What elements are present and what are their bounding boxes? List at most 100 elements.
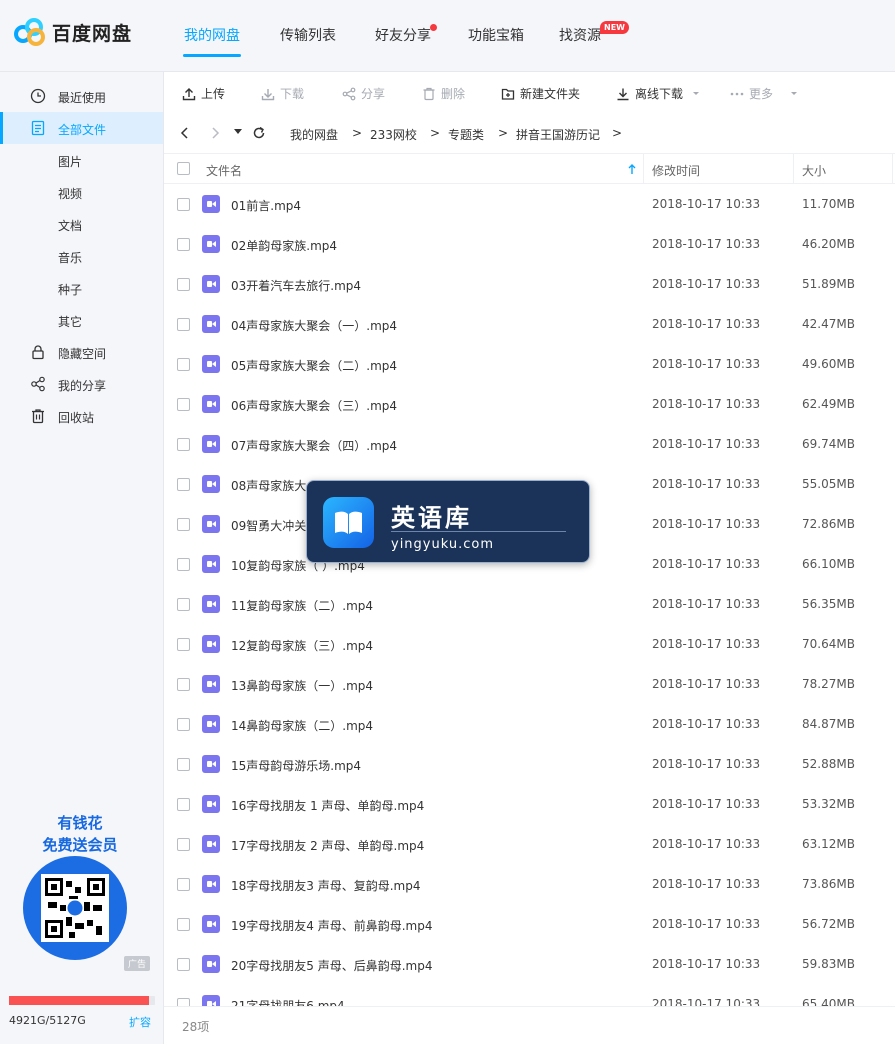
select-all-checkbox[interactable] — [177, 162, 190, 175]
row-checkbox[interactable] — [177, 958, 190, 971]
table-row[interactable]: 18字母找朋友3 声母、复韵母.mp4 2018-10-17 10:33 73.86… — [164, 864, 895, 904]
table-row[interactable]: 16字母找朋友 1 声母、单韵母.mp4 2018-10-17 10:33 53.3… — [164, 784, 895, 824]
sidebar-item-images[interactable]: 图片 — [0, 144, 163, 176]
history-dropdown-icon[interactable] — [234, 129, 242, 135]
file-name[interactable]: 13鼻韵母家族（一）.mp4 — [231, 677, 373, 694]
sidebar-item-videos[interactable]: 视频 — [0, 176, 163, 208]
row-checkbox[interactable] — [177, 838, 190, 851]
breadcrumb-item[interactable]: 专题类 — [448, 126, 484, 143]
sidebar-item-recent[interactable]: 最近使用 — [0, 80, 163, 112]
offline-download-button[interactable]: 离线下载 — [616, 85, 708, 102]
row-checkbox[interactable] — [177, 918, 190, 931]
breadcrumb-item[interactable]: 233网校 — [370, 126, 417, 143]
table-row[interactable]: 03开着汽车去旅行.mp4 2018-10-17 10:33 51.89MB — [164, 264, 895, 304]
forward-arrow-icon[interactable] — [210, 127, 220, 139]
column-header-name[interactable]: 文件名 — [206, 162, 242, 179]
nav-my-disk[interactable]: 我的网盘 — [184, 25, 240, 45]
sidebar-item-music[interactable]: 音乐 — [0, 240, 163, 272]
column-header-modified[interactable]: 修改时间 — [652, 162, 700, 179]
file-name[interactable]: 09智勇大冲关 — [231, 517, 306, 534]
file-name[interactable]: 17字母找朋友 2 声母、单韵母.mp4 — [231, 837, 424, 854]
row-checkbox[interactable] — [177, 558, 190, 571]
breadcrumb-item[interactable]: 拼音王国游历记 — [516, 126, 600, 143]
nav-friend-share[interactable]: 好友分享 — [375, 25, 431, 45]
row-checkbox[interactable] — [177, 238, 190, 251]
file-name[interactable]: 16字母找朋友 1 声母、单韵母.mp4 — [231, 797, 424, 814]
file-name[interactable]: 06声母家族大聚会（三）.mp4 — [231, 397, 397, 414]
file-name[interactable]: 19字母找朋友4 声母、前鼻韵母.mp4 — [231, 917, 432, 934]
row-checkbox[interactable] — [177, 518, 190, 531]
sidebar-item-hidden-space[interactable]: 隐藏空间 — [0, 336, 163, 368]
row-checkbox[interactable] — [177, 398, 190, 411]
table-row[interactable]: 20字母找朋友5 声母、后鼻韵母.mp4 2018-10-17 10:33 59.8… — [164, 944, 895, 984]
sidebar-item-documents[interactable]: 文档 — [0, 208, 163, 240]
share-button[interactable]: 分享 — [342, 85, 385, 102]
sidebar-item-other[interactable]: 其它 — [0, 304, 163, 336]
row-checkbox[interactable] — [177, 998, 190, 1006]
table-row[interactable]: 05声母家族大聚会（二）.mp4 2018-10-17 10:33 49.60MB — [164, 344, 895, 384]
file-name[interactable]: 11复韵母家族（二）.mp4 — [231, 597, 373, 614]
row-checkbox[interactable] — [177, 718, 190, 731]
download-button[interactable]: 下载 — [261, 85, 304, 102]
upload-button[interactable]: 上传 — [182, 85, 225, 102]
sort-ascending-icon[interactable] — [628, 164, 636, 175]
row-checkbox[interactable] — [177, 278, 190, 291]
file-name[interactable]: 07声母家族大聚会（四）.mp4 — [231, 437, 397, 454]
file-name[interactable]: 18字母找朋友3 声母、复韵母.mp4 — [231, 877, 420, 894]
delete-button[interactable]: 删除 — [422, 85, 465, 102]
table-row[interactable]: 12复韵母家族（三）.mp4 2018-10-17 10:33 70.64MB — [164, 624, 895, 664]
nav-toolbox[interactable]: 功能宝箱 — [468, 25, 524, 45]
sidebar-item-all-files[interactable]: 全部文件 — [0, 112, 163, 144]
row-checkbox[interactable] — [177, 478, 190, 491]
expand-storage-link[interactable]: 扩容 — [129, 1014, 151, 1030]
sidebar-item-my-shares[interactable]: 我的分享 — [0, 368, 163, 400]
file-name[interactable]: 15声母韵母游乐场.mp4 — [231, 757, 361, 774]
file-name[interactable]: 01前言.mp4 — [231, 197, 301, 214]
table-row[interactable]: 11复韵母家族（二）.mp4 2018-10-17 10:33 56.35MB — [164, 584, 895, 624]
file-name[interactable]: 12复韵母家族（三）.mp4 — [231, 637, 373, 654]
nav-transfer-list[interactable]: 传输列表 — [280, 25, 336, 45]
table-row[interactable]: 17字母找朋友 2 声母、单韵母.mp4 2018-10-17 10:33 63.1… — [164, 824, 895, 864]
file-name[interactable]: 21字母找朋友6.mp4 — [231, 997, 345, 1006]
sidebar-item-torrents[interactable]: 种子 — [0, 272, 163, 304]
breadcrumb-item[interactable]: 我的网盘 — [290, 126, 338, 143]
refresh-icon[interactable] — [252, 126, 266, 140]
file-name[interactable]: 03开着汽车去旅行.mp4 — [231, 277, 361, 294]
file-name[interactable]: 04声母家族大聚会（一）.mp4 — [231, 317, 397, 334]
row-checkbox[interactable] — [177, 678, 190, 691]
row-checkbox[interactable] — [177, 758, 190, 771]
new-folder-button[interactable]: 新建文件夹 — [501, 85, 580, 102]
file-name[interactable]: 14鼻韵母家族（二）.mp4 — [231, 717, 373, 734]
table-row[interactable]: 02单韵母家族.mp4 2018-10-17 10:33 46.20MB — [164, 224, 895, 264]
table-row[interactable]: 13鼻韵母家族（一）.mp4 2018-10-17 10:33 78.27MB — [164, 664, 895, 704]
more-button[interactable]: 更多 — [730, 85, 806, 102]
file-name[interactable]: 05声母家族大聚会（二）.mp4 — [231, 357, 397, 374]
table-row[interactable]: 06声母家族大聚会（三）.mp4 2018-10-17 10:33 62.49MB — [164, 384, 895, 424]
table-row[interactable]: 04声母家族大聚会（一）.mp4 2018-10-17 10:33 42.47MB — [164, 304, 895, 344]
logo[interactable]: 百度网盘 — [14, 18, 132, 46]
row-checkbox[interactable] — [177, 798, 190, 811]
row-checkbox[interactable] — [177, 638, 190, 651]
file-name[interactable]: 08声母家族大 — [231, 477, 306, 494]
file-name[interactable]: 20字母找朋友5 声母、后鼻韵母.mp4 — [231, 957, 432, 974]
table-row[interactable]: 21字母找朋友6.mp4 2018-10-17 10:33 65.40MB — [164, 984, 895, 1006]
table-row[interactable]: 15声母韵母游乐场.mp4 2018-10-17 10:33 52.88MB — [164, 744, 895, 784]
row-checkbox[interactable] — [177, 878, 190, 891]
promo-banner[interactable]: 有钱花 免费送会员 广告 — [0, 812, 163, 972]
row-checkbox[interactable] — [177, 598, 190, 611]
row-checkbox[interactable] — [177, 198, 190, 211]
sidebar-item-recycle-bin[interactable]: 回收站 — [0, 400, 163, 432]
column-header-size[interactable]: 大小 — [802, 162, 826, 179]
file-name[interactable]: 02单韵母家族.mp4 — [231, 237, 337, 254]
back-arrow-icon[interactable] — [180, 127, 190, 139]
table-row[interactable]: 01前言.mp4 2018-10-17 10:33 11.70MB — [164, 184, 895, 224]
table-row[interactable]: 19字母找朋友4 声母、前鼻韵母.mp4 2018-10-17 10:33 56.7… — [164, 904, 895, 944]
table-row[interactable]: 14鼻韵母家族（二）.mp4 2018-10-17 10:33 84.87MB — [164, 704, 895, 744]
nav-find-resources[interactable]: 找资源 — [559, 25, 601, 45]
video-file-icon — [202, 755, 220, 773]
row-checkbox[interactable] — [177, 438, 190, 451]
row-checkbox[interactable] — [177, 358, 190, 371]
column-divider — [793, 154, 794, 184]
row-checkbox[interactable] — [177, 318, 190, 331]
table-row[interactable]: 07声母家族大聚会（四）.mp4 2018-10-17 10:33 69.74MB — [164, 424, 895, 464]
